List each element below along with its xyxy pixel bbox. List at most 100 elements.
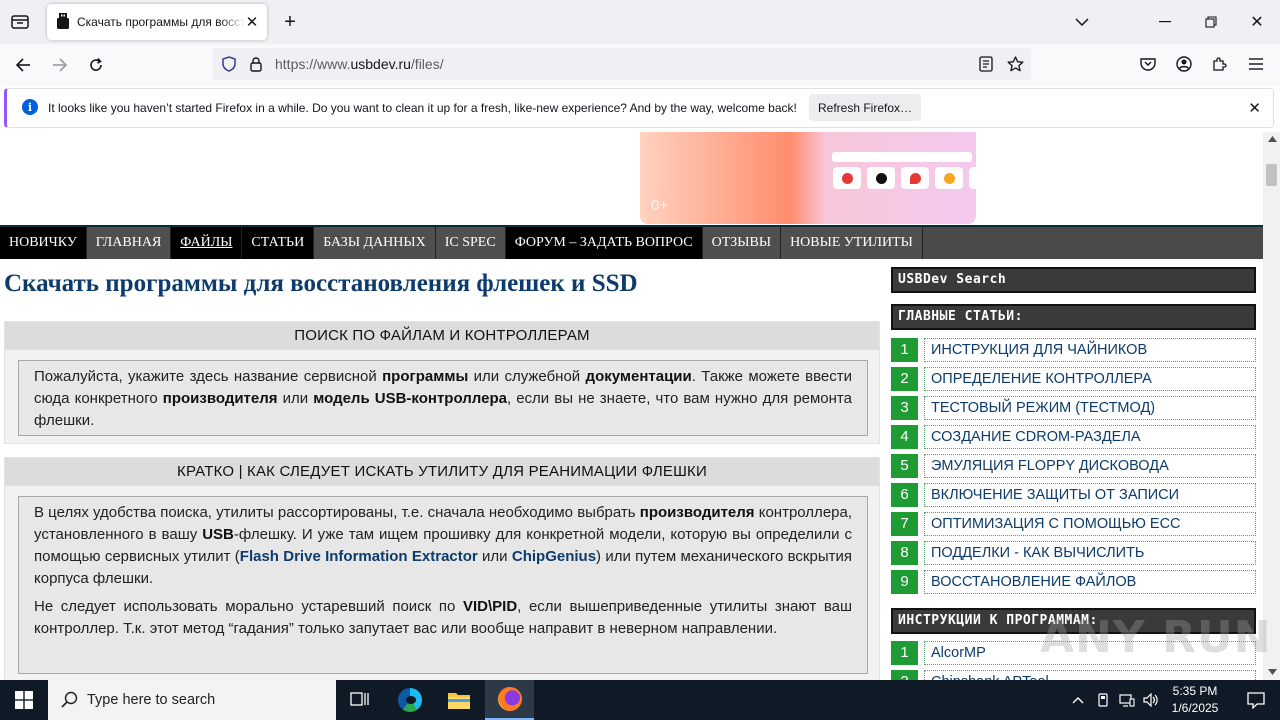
list-item-number: 5 xyxy=(891,453,918,478)
advertisement-banner[interactable]: 0+ xyxy=(640,132,976,224)
menu-item[interactable]: СТАТЬИ xyxy=(242,227,315,259)
scroll-down-icon[interactable] xyxy=(1267,667,1277,677)
close-notification-icon[interactable]: ✕ xyxy=(1248,99,1261,117)
reader-view-icon[interactable] xyxy=(976,54,996,74)
list-item-link[interactable]: ЭМУЛЯЦИЯ FLOPPY ДИСКОВОДА xyxy=(924,453,1256,478)
lock-icon[interactable] xyxy=(246,54,266,74)
main-articles-list: 1 ИНСТРУКЦИЯ ДЛЯ ЧАЙНИКОВ 2 ОПРЕДЕЛЕНИЕ КОН… xyxy=(891,335,1258,596)
back-icon[interactable] xyxy=(12,54,34,76)
menu-item[interactable]: ФОРУМ – ЗАДАТЬ ВОПРОС xyxy=(505,227,703,259)
list-item: 7 ОПТИМИЗАЦИЯ С ПОМОЩЬЮ ECC xyxy=(891,509,1258,538)
pocket-icon[interactable] xyxy=(1137,53,1159,75)
ad-tile xyxy=(833,167,861,189)
scroll-thumb[interactable] xyxy=(1266,164,1277,186)
paragraph: В целях удобства поиска, утилиты рассорт… xyxy=(34,502,852,590)
forward-icon[interactable] xyxy=(49,54,71,76)
notifications-icon[interactable] xyxy=(1232,680,1280,720)
extensions-icon[interactable] xyxy=(1209,53,1231,75)
list-item-number: 2 xyxy=(891,669,918,680)
list-item-number: 6 xyxy=(891,482,918,507)
list-item-link[interactable]: ВОССТАНОВЛЕНИЕ ФАЙЛОВ xyxy=(924,569,1256,594)
list-item-link[interactable]: ТЕСТОВЫЙ РЕЖИМ (ТЕСТМОД) xyxy=(924,395,1256,420)
menu-item[interactable]: ОТЗЫВЫ xyxy=(702,227,782,259)
menu-item[interactable]: ФАЙЛЫ xyxy=(171,227,243,259)
menu-item[interactable]: IC SPEC xyxy=(435,227,506,259)
windows-start-icon[interactable] xyxy=(0,680,48,720)
text: или xyxy=(277,390,314,407)
list-item-link[interactable]: ПОДДЕЛКИ - КАК ВЫЧИСЛИТЬ xyxy=(924,540,1256,565)
firefox-view-icon[interactable] xyxy=(8,11,32,33)
bold-text: модель USB-контроллера xyxy=(313,390,507,407)
list-item-link[interactable]: Chipsbank APTool xyxy=(924,669,1256,680)
new-tab-icon[interactable]: + xyxy=(279,11,301,33)
page-title: Скачать программы для восстановления фле… xyxy=(4,270,638,297)
bold-text: VID\PID xyxy=(462,598,518,615)
list-item-number: 8 xyxy=(891,540,918,565)
list-item: 5 ЭМУЛЯЦИЯ FLOPPY ДИСКОВОДА xyxy=(891,451,1258,480)
text: или xyxy=(477,548,512,565)
list-item: 9 ВОССТАНОВЛЕНИЕ ФАЙЛОВ xyxy=(891,567,1258,596)
network-icon[interactable] xyxy=(1116,680,1138,720)
list-item-link[interactable]: ВКЛЮЧЕНИЕ ЗАЩИТЫ ОТ ЗАПИСИ xyxy=(924,482,1256,507)
list-item: 3 ТЕСТОВЫЙ РЕЖИМ (ТЕСТМОД) xyxy=(891,393,1258,422)
bold-text: USB xyxy=(202,526,234,543)
list-item-link[interactable]: ОПТИМИЗАЦИЯ С ПОМОЩЬЮ ECC xyxy=(924,511,1256,536)
list-tabs-icon[interactable] xyxy=(1071,11,1093,33)
flash-drive-info-extractor-link[interactable]: Flash Drive Information Extractor xyxy=(240,548,478,565)
list-item-link[interactable]: СОЗДАНИЕ CDROM-РАЗДЕЛА xyxy=(924,424,1256,449)
chipgenius-link[interactable]: ChipGenius xyxy=(512,548,596,565)
restore-icon[interactable] xyxy=(1200,11,1222,33)
show-hidden-icons-icon[interactable] xyxy=(1068,680,1088,720)
list-item-number: 1 xyxy=(891,337,918,362)
url-domain: usbdev.ru xyxy=(350,56,411,72)
ad-tile xyxy=(935,167,963,189)
close-tab-icon[interactable]: ✕ xyxy=(243,13,261,31)
menu-item[interactable]: БАЗЫ ДАННЫХ xyxy=(314,227,436,259)
text: Не следует использовать морально устарев… xyxy=(34,598,463,615)
close-window-icon[interactable]: ✕ xyxy=(1246,11,1268,33)
page-scrollbar[interactable] xyxy=(1263,132,1280,680)
url-prefix: https://www. xyxy=(275,56,351,72)
list-item-link[interactable]: ОПРЕДЕЛЕНИЕ КОНТРОЛЛЕРА xyxy=(924,366,1256,391)
anyrun-watermark: ANY RUN xyxy=(1040,612,1272,663)
address-bar[interactable]: https://www.usbdev.ru/files/ xyxy=(213,48,1031,80)
taskbar-search-box[interactable]: Type here to search xyxy=(48,680,336,720)
list-item-link[interactable]: ИНСТРУКЦИЯ ДЛЯ ЧАЙНИКОВ xyxy=(924,337,1256,362)
usb-favicon-icon xyxy=(57,12,69,32)
file-search-section: ПОИСК ПО ФАЙЛАМ И КОНТРОЛЛЕРАМ Пожалуйст… xyxy=(4,321,880,444)
notification-text: It looks like you haven’t started Firefo… xyxy=(48,101,797,115)
list-item-number: 7 xyxy=(891,511,918,536)
usb-tray-icon[interactable] xyxy=(1092,680,1114,720)
text: В целях удобства поиска, утилиты рассорт… xyxy=(34,504,640,521)
file-explorer-icon[interactable] xyxy=(435,680,483,720)
app-menu-icon[interactable] xyxy=(1245,53,1267,75)
tracking-shield-icon[interactable] xyxy=(219,54,239,74)
url-text[interactable]: https://www.usbdev.ru/files/ xyxy=(275,56,444,72)
main-articles-heading: ГЛАВНЫЕ СТАТЬИ: xyxy=(891,304,1256,330)
firefox-taskbar-icon[interactable] xyxy=(485,680,534,720)
edge-icon[interactable] xyxy=(386,680,434,720)
task-view-icon[interactable] xyxy=(336,680,384,720)
volume-icon[interactable] xyxy=(1140,680,1162,720)
list-item: 8 ПОДДЕЛКИ - КАК ВЫЧИСЛИТЬ xyxy=(891,538,1258,567)
minimize-icon[interactable] xyxy=(1154,11,1176,33)
refresh-firefox-button[interactable]: Refresh Firefox… xyxy=(809,94,921,121)
url-path: /files/ xyxy=(410,56,444,72)
file-search-description: Пожалуйста, укажите здесь название серви… xyxy=(18,360,868,436)
scroll-up-icon[interactable] xyxy=(1267,134,1277,144)
list-item-number: 3 xyxy=(891,395,918,420)
system-clock[interactable]: 5:35 PM 1/6/2025 xyxy=(1164,683,1226,717)
menu-item[interactable]: ГЛАВНАЯ xyxy=(86,227,172,259)
file-search-heading: ПОИСК ПО ФАЙЛАМ И КОНТРОЛЛЕРАМ xyxy=(5,322,879,350)
bookmark-star-icon[interactable] xyxy=(1005,54,1025,74)
account-icon[interactable] xyxy=(1173,53,1195,75)
tab-active[interactable]: Скачать программы для восстановления фле… xyxy=(47,4,267,40)
list-item: 1 ИНСТРУКЦИЯ ДЛЯ ЧАЙНИКОВ xyxy=(891,335,1258,364)
menu-item[interactable]: НОВИЧКУ xyxy=(0,227,87,259)
reload-icon[interactable] xyxy=(85,54,107,76)
windows-taskbar: Type here to search 5:35 PM 1/6/2025 xyxy=(0,680,1280,720)
menu-item[interactable]: НОВЫЕ УТИЛИТЫ xyxy=(781,227,923,259)
text: или служебной xyxy=(468,368,586,385)
search-icon xyxy=(61,691,78,711)
site-search-heading: USBDev Search xyxy=(891,267,1256,293)
